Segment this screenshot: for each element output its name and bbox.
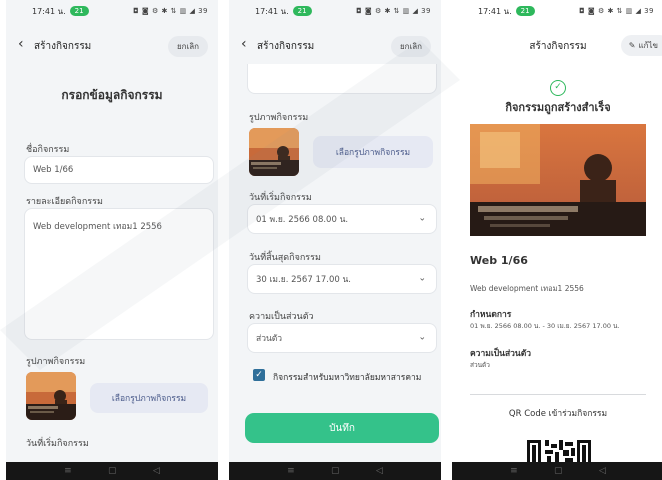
privacy-select[interactable]: ส่วนตัว ⌄: [247, 323, 437, 353]
activity-image: [470, 124, 646, 236]
back-icon[interactable]: ◁: [599, 466, 606, 476]
edit-button[interactable]: ✎ แก้ไข: [620, 35, 662, 56]
activity-thumbnail: [249, 128, 299, 176]
form-heading: กรอกข้อมูลกิจกรรม: [61, 88, 163, 102]
name-field[interactable]: Web 1/66: [24, 156, 214, 184]
chevron-down-icon: ⌄: [418, 213, 426, 224]
status-badge: 21: [515, 6, 535, 16]
activity-name: Web 1/66: [470, 254, 528, 267]
status-time: 17:41 น.: [255, 6, 289, 16]
system-nav-bar: ≡ ▢ ◁: [452, 462, 662, 480]
edit-label: แก้ไข: [638, 41, 659, 50]
detail-label: รายละเอียดกิจกรรม: [26, 197, 103, 207]
system-nav-bar: ≡ ▢ ◁: [229, 462, 441, 480]
end-date-select[interactable]: 30 เม.ย. 2567 17.00 น. ⌄: [247, 264, 437, 294]
privacy-value: ส่วนตัว: [470, 361, 490, 369]
qr-label: QR Code เข้าร่วมกิจกรรม: [508, 409, 608, 419]
pick-image-button[interactable]: เลือกรูปภาพกิจกรรม: [313, 136, 433, 168]
chevron-left-icon[interactable]: ‹: [241, 36, 247, 52]
activity-thumbnail: [26, 372, 76, 420]
pencil-icon: ✎: [628, 41, 636, 50]
activity-detail: Web development เทอม1 2556: [470, 284, 584, 293]
app-bar: สร้างกิจกรรม ✎ แก้ไข: [452, 30, 662, 60]
university-checkbox-label: กิจกรรมสำหรับมหาวิทยาลัยมหาสารคาม: [273, 373, 422, 383]
status-bar: 17:41 น. 21 ◘ ◙ ⚙ ✱ ⇅ ▥ ◢ 39: [6, 0, 218, 22]
home-icon[interactable]: ▢: [554, 466, 563, 476]
home-icon[interactable]: ▢: [108, 466, 117, 476]
status-badge: 21: [69, 6, 89, 16]
back-icon[interactable]: ◁: [376, 466, 383, 476]
status-time: 17:41 น.: [32, 6, 66, 16]
check-circle-icon: ✓: [550, 80, 566, 96]
menu-icon[interactable]: ≡: [64, 466, 72, 476]
start-label: วันที่เริ่มกิจกรรม: [26, 439, 89, 449]
privacy-value: ส่วนตัว: [256, 334, 283, 344]
chevron-down-icon: ⌄: [418, 273, 426, 284]
chevron-down-icon: ⌄: [418, 332, 426, 343]
success-heading: กิจกรรมถูกสร้างสำเร็จ: [505, 101, 611, 114]
phone-screen-create-form: 17:41 น. 21 ◘ ◙ ⚙ ✱ ⇅ ▥ ◢ 39 ‹ สร้างกิจก…: [6, 0, 218, 480]
status-bar: 17:41 น. 21 ◘ ◙ ⚙ ✱ ⇅ ▥ ◢ 39: [452, 0, 662, 22]
app-bar: ‹ สร้างกิจกรรม ยกเลิก: [229, 30, 441, 60]
status-bar: 17:41 น. 21 ◘ ◙ ⚙ ✱ ⇅ ▥ ◢ 39: [229, 0, 441, 22]
detail-field[interactable]: Web development เทอม1 2556: [24, 208, 214, 340]
status-badge: 21: [292, 6, 312, 16]
system-nav-bar: ≡ ▢ ◁: [6, 462, 218, 480]
start-label: วันที่เริ่มกิจกรรม: [249, 193, 312, 203]
status-time: 17:41 น.: [478, 6, 512, 16]
phone-screen-form-scrolled: 17:41 น. 21 ◘ ◙ ⚙ ✱ ⇅ ▥ ◢ 39 ‹ สร้างกิจก…: [229, 0, 441, 480]
privacy-label: ความเป็นส่วนตัว: [470, 349, 532, 359]
back-icon[interactable]: ◁: [153, 466, 160, 476]
start-date-value: 01 พ.ย. 2566 08.00 น.: [256, 215, 349, 225]
status-icons: ◘ ◙ ⚙ ✱ ⇅ ▥ ◢ 39: [579, 7, 654, 15]
end-label: วันที่สิ้นสุดกิจกรรม: [249, 253, 321, 263]
image-label: รูปภาพกิจกรรม: [26, 357, 86, 367]
phone-screen-success: 17:41 น. 21 ◘ ◙ ⚙ ✱ ⇅ ▥ ◢ 39 สร้างกิจกรร…: [452, 0, 662, 480]
menu-icon[interactable]: ≡: [287, 466, 295, 476]
name-label: ชื่อกิจกรรม: [26, 145, 70, 155]
image-label: รูปภาพกิจกรรม: [249, 113, 309, 123]
home-icon[interactable]: ▢: [331, 466, 340, 476]
divider: [470, 394, 646, 395]
check-icon[interactable]: ✓: [253, 369, 265, 381]
qr-code: [527, 436, 591, 462]
start-date-select[interactable]: 01 พ.ย. 2566 08.00 น. ⌄: [247, 204, 437, 234]
page-title: สร้างกิจกรรม: [257, 41, 315, 52]
name-value: Web 1/66: [33, 165, 74, 175]
app-bar: ‹ สร้างกิจกรรม ยกเลิก: [6, 30, 218, 60]
privacy-label: ความเป็นส่วนตัว: [249, 312, 314, 322]
page-title: สร้างกิจกรรม: [34, 41, 92, 52]
chevron-left-icon[interactable]: ‹: [18, 36, 24, 52]
pick-image-button[interactable]: เลือกรูปภาพกิจกรรม: [90, 383, 208, 413]
status-icons: ◘ ◙ ⚙ ✱ ⇅ ▥ ◢ 39: [356, 7, 431, 15]
cancel-button[interactable]: ยกเลิก: [167, 36, 208, 57]
menu-icon[interactable]: ≡: [510, 466, 518, 476]
end-date-value: 30 เม.ย. 2567 17.00 น.: [256, 275, 351, 285]
schedule-label: กำหนดการ: [470, 310, 512, 320]
detail-field-bottom[interactable]: [247, 64, 437, 94]
schedule-value: 01 พ.ย. 2566 08.00 น. - 30 เม.ย. 2567 17…: [470, 322, 620, 330]
cancel-button[interactable]: ยกเลิก: [390, 36, 431, 57]
detail-value: Web development เทอม1 2556: [33, 222, 162, 232]
save-button[interactable]: บันทึก: [245, 413, 439, 443]
status-icons: ◘ ◙ ⚙ ✱ ⇅ ▥ ◢ 39: [133, 7, 208, 15]
